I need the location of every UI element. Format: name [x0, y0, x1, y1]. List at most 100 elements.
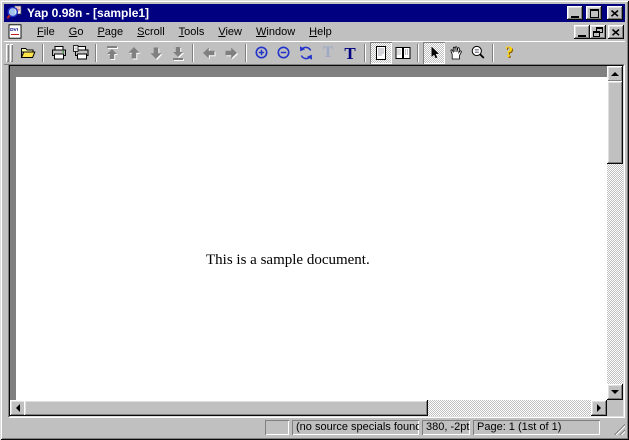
- circle-plus-icon: [254, 45, 270, 61]
- arrow-down-icon: [148, 45, 164, 61]
- document-view: This is a sample document.: [8, 64, 625, 418]
- toolbar-gripper[interactable]: [10, 44, 13, 62]
- status-page-indicator: Page: 1 (1st of 1): [473, 420, 600, 435]
- arrow-up-bar-icon: [104, 45, 120, 61]
- minimize-icon: [571, 16, 579, 18]
- hand-icon: [448, 45, 464, 61]
- toolbar-separator: [192, 44, 193, 62]
- status-source-specials: (no source specials found): [292, 420, 419, 435]
- vertical-scroll-thumb[interactable]: [607, 81, 623, 164]
- hand-tool-button[interactable]: [445, 42, 467, 64]
- facing-pages-icon: [395, 45, 411, 61]
- single-page-icon: [373, 45, 389, 61]
- letter-T-solid-icon: T: [344, 45, 355, 62]
- facing-pages-view-button[interactable]: [392, 42, 414, 64]
- titlebar[interactable]: Yap 0.98n - [sample1]: [4, 4, 625, 22]
- zoom-out-button[interactable]: [273, 42, 295, 64]
- close-icon: [611, 10, 619, 17]
- scrollbar-corner: [607, 400, 623, 416]
- menu-window[interactable]: Window: [249, 24, 302, 40]
- menubar: DVI File Go Page Scroll Tools View Windo…: [4, 23, 625, 41]
- last-page-button[interactable]: [167, 42, 189, 64]
- arrow-left-icon: [201, 45, 217, 61]
- vertical-scrollbar[interactable]: [607, 66, 623, 400]
- document-view-inner: This is a sample document.: [9, 65, 624, 417]
- maximize-icon: [590, 9, 599, 18]
- open-button[interactable]: [17, 42, 39, 64]
- arrow-down-bar-icon: [170, 45, 186, 61]
- select-tool-button[interactable]: [423, 42, 445, 64]
- yap-window: Yap 0.98n - [sample1] DVI File Go Page S…: [0, 0, 629, 440]
- arrow-right-icon: [597, 404, 601, 412]
- next-page-button[interactable]: [145, 42, 167, 64]
- resize-grip[interactable]: [612, 422, 625, 435]
- history-back-button[interactable]: [198, 42, 220, 64]
- mdi-close-icon: [612, 29, 620, 36]
- mdi-minimize-button[interactable]: [574, 25, 590, 39]
- toolbar-separator: [492, 44, 493, 62]
- font-solid-mode-button[interactable]: T: [339, 42, 361, 64]
- print-button[interactable]: [48, 42, 70, 64]
- zoom-in-button[interactable]: [251, 42, 273, 64]
- mdi-restore-icon: [593, 27, 603, 37]
- previous-page-button[interactable]: [123, 42, 145, 64]
- yap-app-icon[interactable]: [6, 5, 22, 21]
- statusbar: (no source specials found) 380, -2pt Pag…: [4, 419, 625, 436]
- toolbar-separator: [364, 44, 365, 62]
- magnifier-tool-button[interactable]: [467, 42, 489, 64]
- help-button[interactable]: ?: [498, 42, 520, 64]
- single-page-view-button[interactable]: [370, 42, 392, 64]
- menu-view[interactable]: View: [211, 24, 249, 40]
- letter-T-outline-icon: T: [323, 45, 334, 61]
- document-page[interactable]: This is a sample document.: [16, 77, 607, 400]
- menu-scroll[interactable]: Scroll: [130, 24, 172, 40]
- arrow-right-icon: [223, 45, 239, 61]
- horizontal-scroll-thumb[interactable]: [24, 400, 428, 416]
- pointer-arrow-icon: [426, 45, 442, 61]
- printer-document-icon: [73, 45, 89, 61]
- toolbar-gripper[interactable]: [6, 44, 9, 62]
- menu-tools[interactable]: Tools: [172, 24, 212, 40]
- toolbar-separator: [245, 44, 246, 62]
- document-canvas[interactable]: This is a sample document.: [10, 66, 607, 400]
- mdi-window-buttons: [574, 25, 625, 39]
- document-text: This is a sample document.: [206, 252, 370, 269]
- toolbar: T T: [4, 41, 625, 65]
- history-forward-button[interactable]: [220, 42, 242, 64]
- window-title: Yap 0.98n - [sample1]: [25, 6, 564, 20]
- refresh-button[interactable]: [295, 42, 317, 64]
- magnifier-lines-icon: [470, 45, 486, 61]
- close-button[interactable]: [607, 6, 623, 20]
- menu-help[interactable]: Help: [302, 24, 339, 40]
- print-pages-button[interactable]: [70, 42, 92, 64]
- scroll-down-button[interactable]: [607, 384, 623, 400]
- arrow-up-icon: [126, 45, 142, 61]
- toolbar-separator: [417, 44, 418, 62]
- refresh-arrows-icon: [298, 45, 314, 61]
- first-page-button[interactable]: [101, 42, 123, 64]
- status-message: [4, 420, 262, 435]
- mdi-minimize-icon: [578, 35, 586, 37]
- menu-go[interactable]: Go: [62, 24, 91, 40]
- circle-minus-icon: [276, 45, 292, 61]
- open-folder-icon: [20, 45, 36, 61]
- scroll-right-button[interactable]: [591, 400, 607, 416]
- question-mark-icon: ?: [505, 45, 513, 61]
- maximize-button[interactable]: [586, 6, 602, 20]
- menu-file[interactable]: File: [30, 24, 62, 40]
- mdi-close-button[interactable]: [608, 25, 624, 39]
- toolbar-separator: [95, 44, 96, 62]
- status-cursor-position: 380, -2pt: [422, 420, 470, 435]
- arrow-down-icon: [611, 390, 619, 394]
- dvi-document-icon[interactable]: DVI: [7, 24, 24, 40]
- menu-page[interactable]: Page: [90, 24, 130, 40]
- minimize-button[interactable]: [567, 6, 583, 20]
- svg-text:DVI: DVI: [10, 27, 19, 33]
- arrow-left-icon: [16, 404, 20, 412]
- horizontal-scrollbar[interactable]: [10, 400, 607, 416]
- arrow-up-icon: [611, 72, 619, 76]
- scroll-up-button[interactable]: [607, 66, 623, 82]
- mdi-restore-button[interactable]: [590, 25, 606, 39]
- status-indicator-panel: [265, 420, 289, 435]
- font-outline-mode-button[interactable]: T: [317, 42, 339, 64]
